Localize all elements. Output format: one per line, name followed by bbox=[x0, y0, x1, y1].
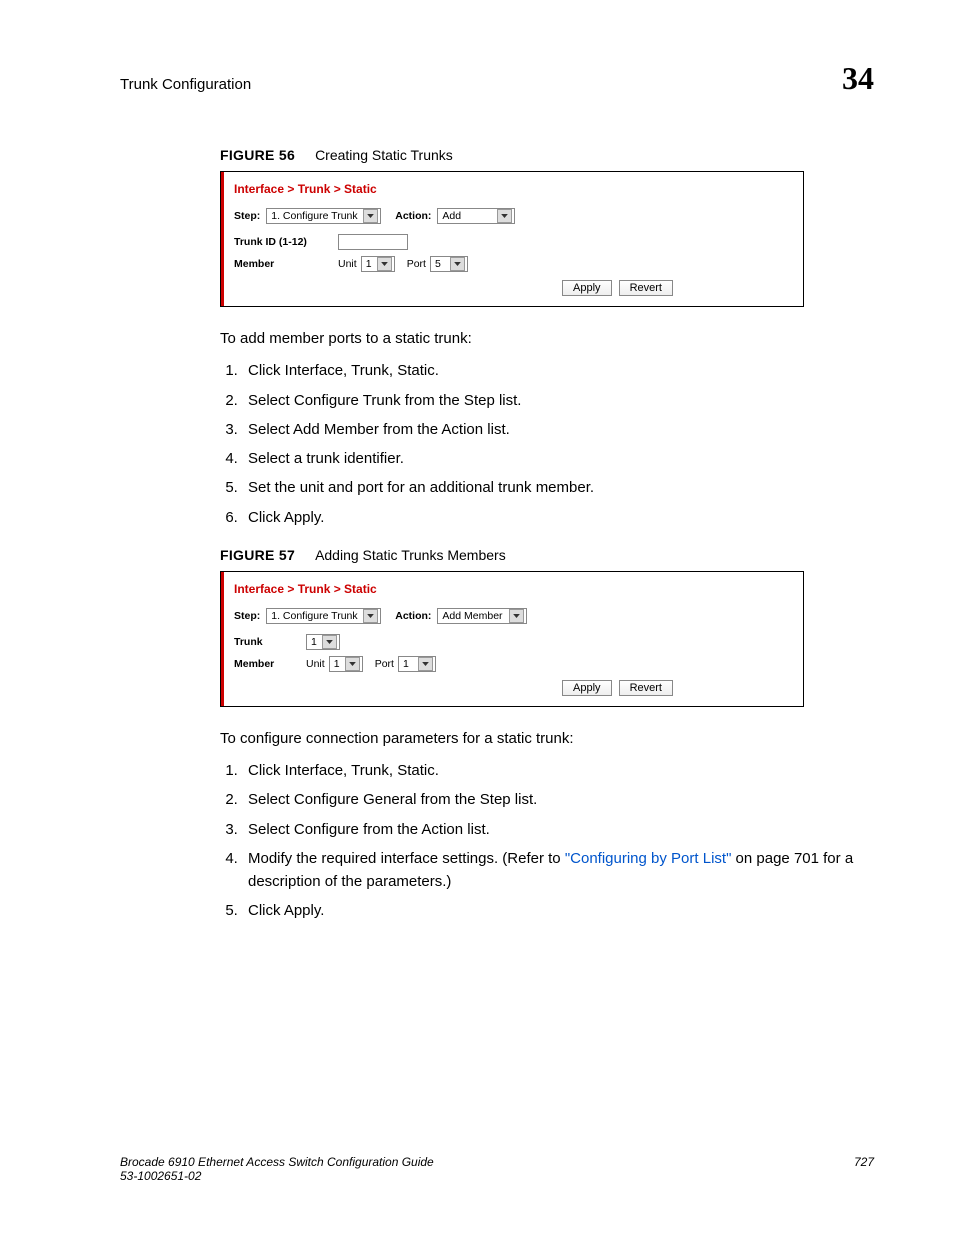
unit-select-value: 1 bbox=[366, 258, 372, 270]
paragraph-add-member: To add member ports to a static trunk: bbox=[220, 329, 874, 349]
configuring-by-port-list-link[interactable]: "Configuring by Port List" bbox=[565, 850, 732, 867]
apply-button[interactable]: Apply bbox=[562, 680, 612, 696]
unit-select[interactable]: 1 bbox=[361, 256, 395, 272]
chevron-down-icon bbox=[322, 635, 337, 649]
port-select-value: 1 bbox=[403, 658, 409, 670]
chevron-down-icon bbox=[345, 657, 360, 671]
chevron-down-icon bbox=[509, 609, 524, 623]
revert-button[interactable]: Revert bbox=[619, 280, 673, 296]
footer-doc-id: 53-1002651-02 bbox=[120, 1169, 434, 1183]
figure-57-caption: FIGURE 57 Adding Static Trunks Members bbox=[220, 547, 874, 563]
list-item: Set the unit and port for an additional … bbox=[242, 476, 874, 499]
unit-label: Unit bbox=[306, 658, 325, 670]
list-item: Click Apply. bbox=[242, 506, 874, 529]
port-label: Port bbox=[407, 258, 426, 270]
steps-add-member: Click Interface, Trunk, Static. Select C… bbox=[220, 359, 874, 529]
trunk-id-label: Trunk ID (1-12) bbox=[234, 236, 314, 248]
figure-57-title: Adding Static Trunks Members bbox=[315, 547, 506, 563]
port-select[interactable]: 1 bbox=[398, 656, 436, 672]
revert-button[interactable]: Revert bbox=[619, 680, 673, 696]
chevron-down-icon bbox=[363, 609, 378, 623]
apply-button[interactable]: Apply bbox=[562, 280, 612, 296]
list-item: Select Configure Trunk from the Step lis… bbox=[242, 389, 874, 412]
breadcrumb: Interface > Trunk > Static bbox=[234, 178, 793, 204]
figure-56-panel: Interface > Trunk > Static Step: 1. Conf… bbox=[220, 171, 804, 307]
paragraph-configure-conn: To configure connection parameters for a… bbox=[220, 729, 874, 749]
step-select[interactable]: 1. Configure Trunk bbox=[266, 608, 381, 624]
breadcrumb: Interface > Trunk > Static bbox=[234, 578, 793, 604]
list-item: Click Interface, Trunk, Static. bbox=[242, 759, 874, 782]
list-item: Click Interface, Trunk, Static. bbox=[242, 359, 874, 382]
port-select[interactable]: 5 bbox=[430, 256, 468, 272]
list-item: Select Configure General from the Step l… bbox=[242, 788, 874, 811]
list-item: Select Add Member from the Action list. bbox=[242, 418, 874, 441]
list-item: Select Configure from the Action list. bbox=[242, 818, 874, 841]
member-label: Member bbox=[234, 658, 294, 670]
figure-56-title: Creating Static Trunks bbox=[315, 147, 453, 163]
trunk-select-value: 1 bbox=[311, 636, 317, 648]
unit-select[interactable]: 1 bbox=[329, 656, 363, 672]
list-item-text: Modify the required interface settings. … bbox=[248, 850, 565, 867]
figure-57-panel: Interface > Trunk > Static Step: 1. Conf… bbox=[220, 571, 804, 707]
steps-configure-conn: Click Interface, Trunk, Static. Select C… bbox=[220, 759, 874, 923]
port-select-value: 5 bbox=[435, 258, 441, 270]
step-label: Step: bbox=[234, 210, 260, 222]
action-label: Action: bbox=[395, 610, 431, 622]
port-label: Port bbox=[375, 658, 394, 670]
step-label: Step: bbox=[234, 610, 260, 622]
step-select-value: 1. Configure Trunk bbox=[271, 610, 357, 622]
figure-57-label: FIGURE 57 bbox=[220, 547, 295, 563]
figure-56-label: FIGURE 56 bbox=[220, 147, 295, 163]
page-number: 727 bbox=[854, 1155, 874, 1183]
list-item: Select a trunk identifier. bbox=[242, 447, 874, 470]
list-item: Modify the required interface settings. … bbox=[242, 847, 874, 894]
chevron-down-icon bbox=[450, 257, 465, 271]
chapter-number: 34 bbox=[842, 60, 874, 97]
step-select[interactable]: 1. Configure Trunk bbox=[266, 208, 381, 224]
trunk-label: Trunk bbox=[234, 636, 294, 648]
footer-doc-title: Brocade 6910 Ethernet Access Switch Conf… bbox=[120, 1155, 434, 1169]
trunk-select[interactable]: 1 bbox=[306, 634, 340, 650]
action-select[interactable]: Add Member bbox=[437, 608, 527, 624]
unit-label: Unit bbox=[338, 258, 357, 270]
trunk-id-input[interactable] bbox=[338, 234, 408, 250]
chevron-down-icon bbox=[377, 257, 392, 271]
page-header-title: Trunk Configuration bbox=[120, 76, 251, 93]
unit-select-value: 1 bbox=[334, 658, 340, 670]
figure-56-caption: FIGURE 56 Creating Static Trunks bbox=[220, 147, 874, 163]
chevron-down-icon bbox=[363, 209, 378, 223]
action-select[interactable]: Add bbox=[437, 208, 515, 224]
footer-left: Brocade 6910 Ethernet Access Switch Conf… bbox=[120, 1155, 434, 1183]
chevron-down-icon bbox=[418, 657, 433, 671]
list-item: Click Apply. bbox=[242, 899, 874, 922]
action-label: Action: bbox=[395, 210, 431, 222]
action-select-value: Add bbox=[442, 210, 461, 222]
action-select-value: Add Member bbox=[442, 610, 502, 622]
member-label: Member bbox=[234, 258, 314, 270]
chevron-down-icon bbox=[497, 209, 512, 223]
step-select-value: 1. Configure Trunk bbox=[271, 210, 357, 222]
